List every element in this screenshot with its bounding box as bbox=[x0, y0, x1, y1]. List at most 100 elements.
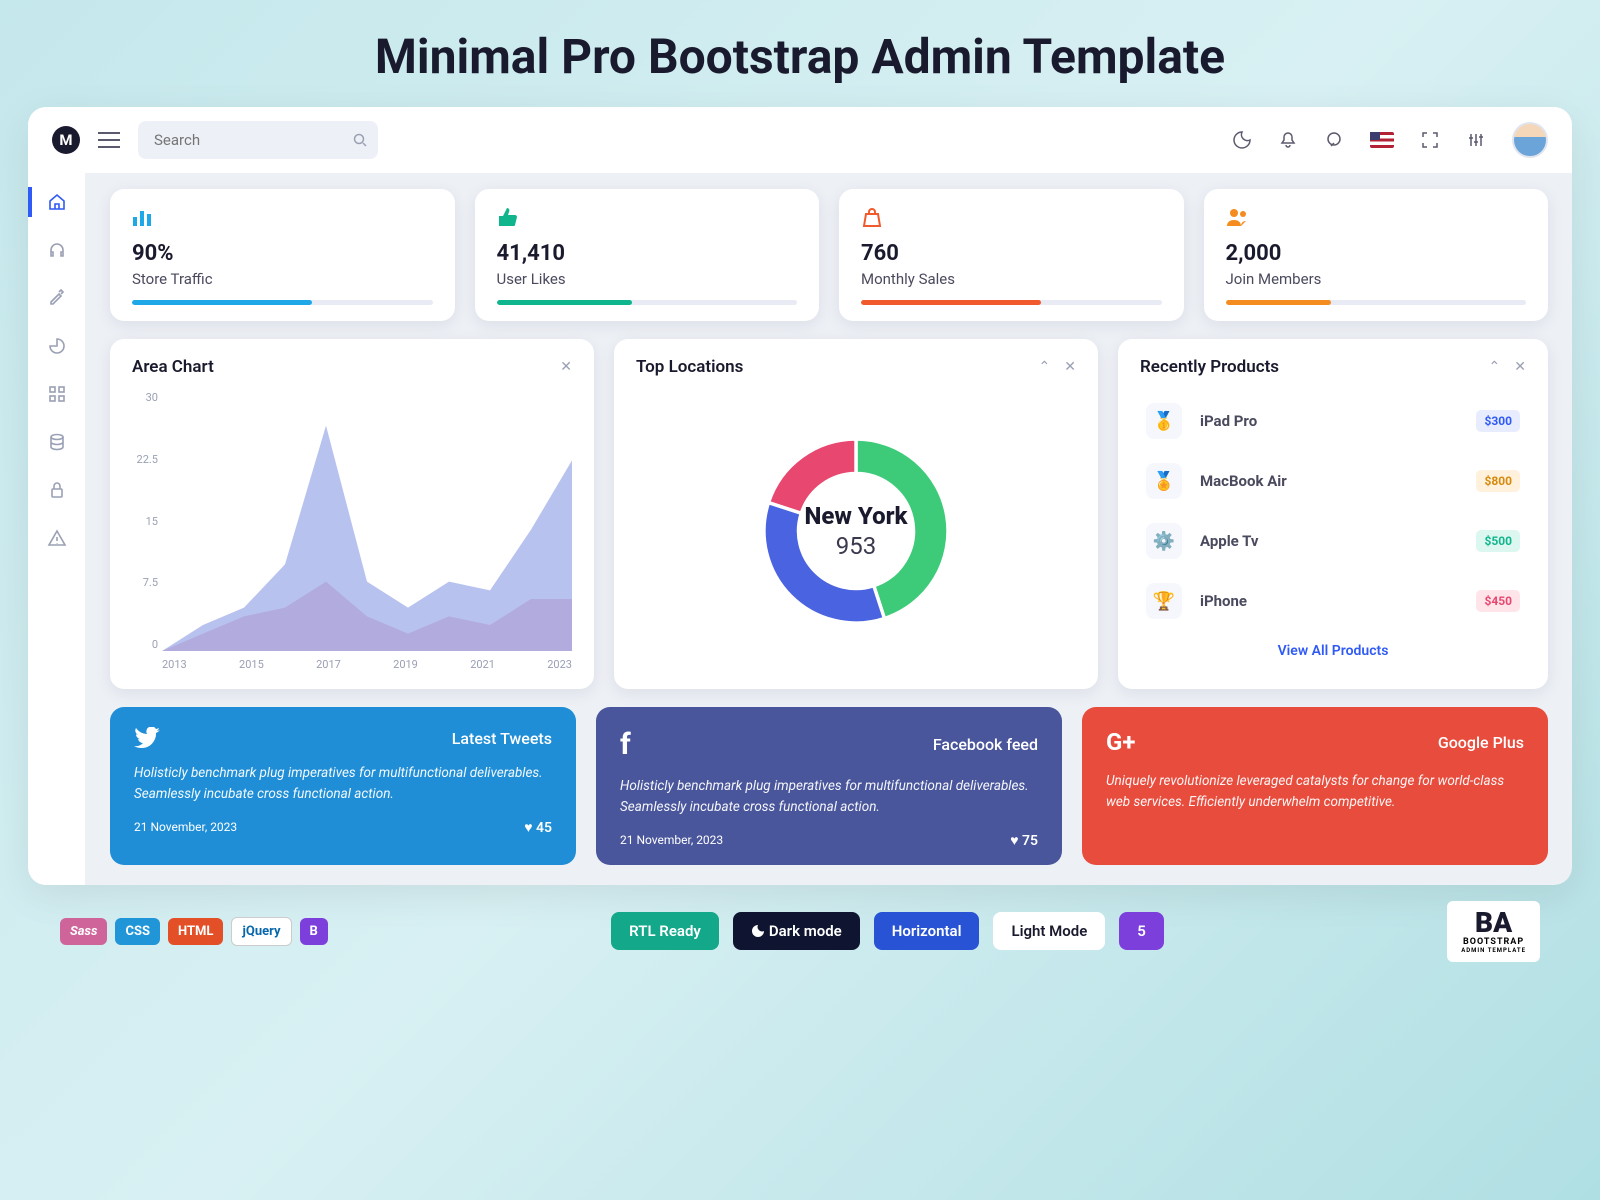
nav-piechart-icon[interactable] bbox=[46, 335, 68, 357]
social-likes: ♥ 75 bbox=[1010, 832, 1038, 849]
donut-center-value: 953 bbox=[804, 532, 907, 560]
moon-icon[interactable] bbox=[1232, 130, 1252, 150]
social-icon bbox=[134, 727, 160, 749]
nav-headphones-icon[interactable] bbox=[46, 239, 68, 261]
product-name: Apple Tv bbox=[1200, 532, 1458, 550]
collapse-icon[interactable]: ⌃ bbox=[1039, 359, 1051, 375]
product-row[interactable]: ⚙️ Apple Tv $500 bbox=[1140, 511, 1526, 571]
collapse-icon[interactable]: ⌃ bbox=[1489, 359, 1501, 375]
social-title: Google Plus bbox=[1438, 733, 1524, 752]
main-content: 90% Store Traffic 41,410 User Likes 760 … bbox=[86, 173, 1572, 885]
page-title: Minimal Pro Bootstrap Admin Template bbox=[0, 0, 1600, 107]
products-title: Recently Products bbox=[1140, 357, 1279, 377]
product-row[interactable]: 🏆 iPhone $450 bbox=[1140, 571, 1526, 631]
feature-pill-3[interactable]: Light Mode bbox=[993, 912, 1105, 950]
social-icon: G+ bbox=[1106, 727, 1135, 757]
stat-card-1[interactable]: 41,410 User Likes bbox=[475, 189, 820, 321]
search-box[interactable] bbox=[138, 121, 378, 159]
close-icon[interactable]: ✕ bbox=[560, 359, 572, 375]
top-locations-panel: Top Locations ⌃✕ New York 953 bbox=[614, 339, 1098, 689]
stat-card-2[interactable]: 760 Monthly Sales bbox=[839, 189, 1184, 321]
html-logo: HTML bbox=[168, 918, 223, 945]
topbar: M bbox=[28, 107, 1572, 173]
product-icon: 🥇 bbox=[1146, 403, 1182, 439]
search-icon[interactable] bbox=[353, 133, 367, 147]
stat-card-3[interactable]: 2,000 Join Members bbox=[1204, 189, 1549, 321]
nav-edit-icon[interactable] bbox=[46, 287, 68, 309]
product-price: $500 bbox=[1476, 530, 1520, 552]
feature-pill-0[interactable]: RTL Ready bbox=[611, 912, 719, 950]
stat-card-0[interactable]: 90% Store Traffic bbox=[110, 189, 455, 321]
app-logo[interactable]: M bbox=[52, 126, 80, 154]
product-name: MacBook Air bbox=[1200, 472, 1458, 490]
product-price: $800 bbox=[1476, 470, 1520, 492]
fullscreen-icon[interactable] bbox=[1420, 130, 1440, 150]
close-icon[interactable]: ✕ bbox=[1514, 359, 1526, 375]
sass-logo: Sass bbox=[60, 918, 107, 945]
area-chart-panel: Area Chart ✕ 3022.5157.50 20132015201720… bbox=[110, 339, 594, 689]
nav-database-icon[interactable] bbox=[46, 431, 68, 453]
product-name: iPad Pro bbox=[1200, 412, 1458, 430]
feature-pill-1[interactable]: Dark mode bbox=[733, 912, 860, 950]
jquery-logo: jQuery bbox=[231, 917, 291, 946]
app-window: M bbox=[28, 107, 1572, 885]
stat-icon bbox=[497, 207, 798, 231]
stat-value: 2,000 bbox=[1226, 241, 1527, 266]
social-icon: f bbox=[620, 727, 631, 762]
close-icon[interactable]: ✕ bbox=[1064, 359, 1076, 375]
stat-value: 760 bbox=[861, 241, 1162, 266]
menu-icon[interactable] bbox=[98, 132, 120, 148]
social-title: Latest Tweets bbox=[452, 729, 552, 748]
stat-icon bbox=[132, 207, 433, 231]
search-input[interactable] bbox=[154, 131, 353, 149]
product-icon: 🏆 bbox=[1146, 583, 1182, 619]
bootstrap-logo: B bbox=[300, 918, 328, 945]
settings-icon[interactable] bbox=[1466, 130, 1486, 150]
stat-label: Join Members bbox=[1226, 270, 1527, 288]
flag-icon[interactable] bbox=[1370, 132, 1394, 148]
bell-icon[interactable] bbox=[1278, 130, 1298, 150]
donut-center-label: New York bbox=[804, 502, 907, 530]
product-row[interactable]: 🥇 iPad Pro $300 bbox=[1140, 391, 1526, 451]
social-card-1[interactable]: f Facebook feed Holisticly benchmark plu… bbox=[596, 707, 1062, 865]
feature-pill-2[interactable]: Horizontal bbox=[874, 912, 980, 950]
social-body: Holisticly benchmark plug imperatives fo… bbox=[134, 763, 552, 805]
sidebar bbox=[28, 173, 86, 885]
footer-bar: Sass CSS HTML jQuery B RTL Ready Dark mod… bbox=[0, 885, 1600, 972]
feature-pill-4[interactable]: 5 bbox=[1119, 912, 1164, 950]
stat-icon bbox=[861, 207, 1162, 231]
stat-value: 90% bbox=[132, 241, 433, 266]
stat-label: Store Traffic bbox=[132, 270, 433, 288]
product-price: $450 bbox=[1476, 590, 1520, 612]
stat-label: User Likes bbox=[497, 270, 798, 288]
stat-icon bbox=[1226, 207, 1527, 231]
product-row[interactable]: 🏅 MacBook Air $800 bbox=[1140, 451, 1526, 511]
chat-icon[interactable] bbox=[1324, 130, 1344, 150]
tech-logos: Sass CSS HTML jQuery B bbox=[60, 917, 328, 946]
social-date: 21 November, 2023 bbox=[134, 820, 237, 834]
product-price: $300 bbox=[1476, 410, 1520, 432]
social-date: 21 November, 2023 bbox=[620, 833, 723, 847]
css-logo: CSS bbox=[115, 918, 160, 945]
social-title: Facebook feed bbox=[933, 735, 1038, 754]
stat-value: 41,410 bbox=[497, 241, 798, 266]
social-likes: ♥ 45 bbox=[524, 819, 552, 836]
social-body: Holisticly benchmark plug imperatives fo… bbox=[620, 776, 1038, 818]
product-name: iPhone bbox=[1200, 592, 1458, 610]
area-chart-canvas: 3022.5157.50 201320152017201920212023 bbox=[132, 391, 572, 671]
products-panel: Recently Products ⌃ ✕ 🥇 iPad Pro $300 🏅 M… bbox=[1118, 339, 1548, 689]
area-chart-title: Area Chart bbox=[132, 357, 214, 377]
nav-grid-icon[interactable] bbox=[46, 383, 68, 405]
avatar[interactable] bbox=[1512, 122, 1548, 158]
stat-label: Monthly Sales bbox=[861, 270, 1162, 288]
social-card-0[interactable]: Latest Tweets Holisticly benchmark plug … bbox=[110, 707, 576, 865]
bootstrap-admin-logo: BA BOOTSTRAP ADMIN TEMPLATE bbox=[1447, 901, 1540, 962]
donut-chart: New York 953 bbox=[741, 416, 971, 646]
nav-warning-icon[interactable] bbox=[46, 527, 68, 549]
view-all-products-link[interactable]: View All Products bbox=[1140, 631, 1526, 663]
nav-home-icon[interactable] bbox=[46, 191, 68, 213]
product-icon: 🏅 bbox=[1146, 463, 1182, 499]
nav-lock-icon[interactable] bbox=[46, 479, 68, 501]
product-icon: ⚙️ bbox=[1146, 523, 1182, 559]
social-card-2[interactable]: G+ Google Plus Uniquely revolutionize le… bbox=[1082, 707, 1548, 865]
